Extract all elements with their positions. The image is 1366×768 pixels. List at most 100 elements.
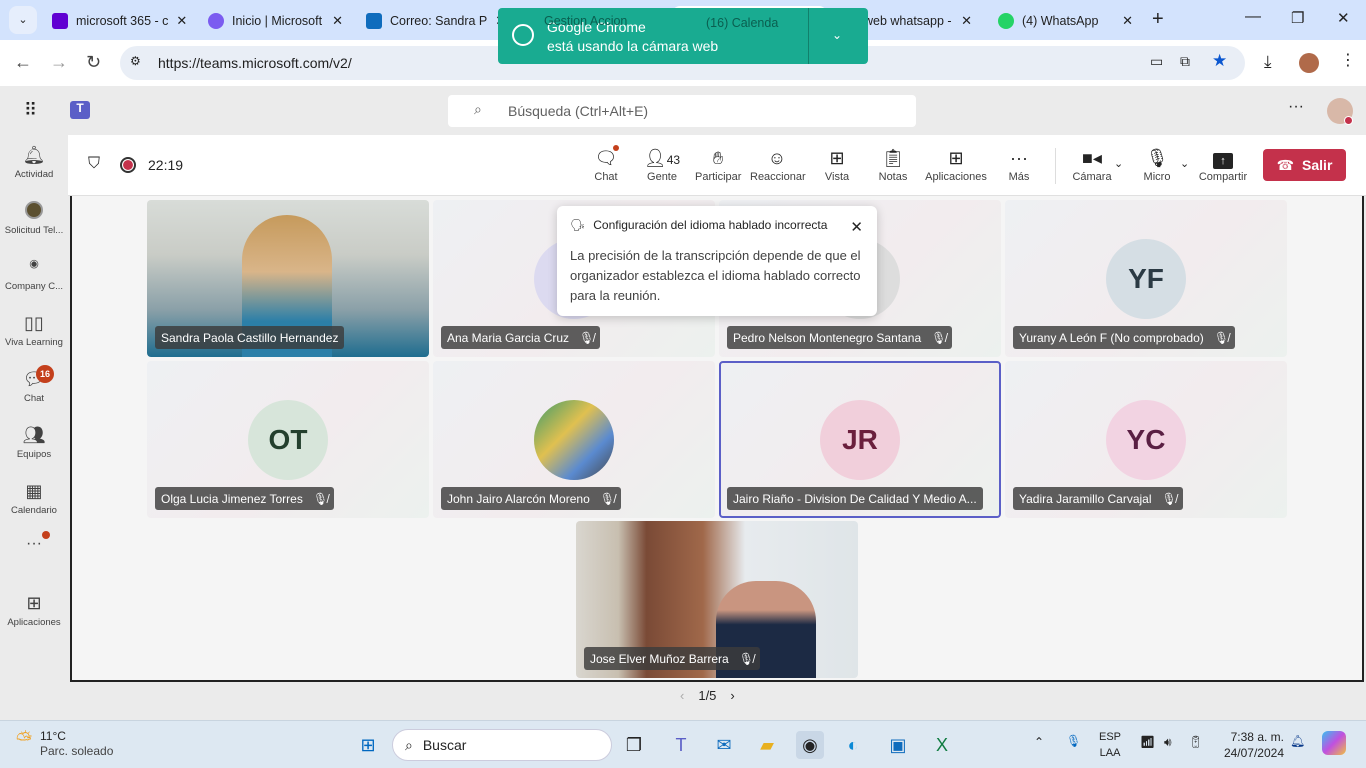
teams-taskbar-icon[interactable]: T [667,731,695,759]
previous-page-button[interactable]: ‹ [680,688,684,703]
mic-button[interactable]: 🎙︎ Micro [1142,147,1172,183]
mic-options-chevron-icon[interactable]: ⌄ [1180,157,1189,170]
outlook-taskbar-icon[interactable]: ▣ [884,731,912,759]
weather-widget[interactable]: ⛅︎ 11°C Parc. soleado [16,729,113,759]
participant-avatar: YC [1106,400,1186,480]
taskbar-search[interactable]: ⌕ Buscar [392,729,612,761]
notification-dot [42,531,50,539]
browser-tab[interactable]: Correo: Sandra P✕ [356,6,506,36]
excel-icon[interactable]: X [928,731,956,759]
task-view-icon[interactable]: ❐ [620,731,648,759]
participant-photo [534,400,614,480]
edge-icon[interactable]: ◐ [839,731,867,759]
profile-avatar[interactable] [1299,53,1319,73]
install-app-icon[interactable]: ⧉ [1180,53,1190,70]
participant-tile-active[interactable]: JR Jairo Riaño - Division De Calidad Y M… [719,361,1001,518]
rail-item-chat[interactable]: 💬︎ Chat 16 [0,365,68,404]
participant-avatar: JR [820,400,900,480]
app-launcher-icon[interactable]: ⠿ [24,100,37,121]
view-button[interactable]: ⊞ Vista [822,147,852,183]
participant-name-label: John Jairo Alarcón Moreno 🎙︎̸ [441,487,621,510]
participant-tile[interactable]: Jose Elver Muñoz Barrera 🎙︎̸ [576,521,858,678]
chat-button[interactable]: 🗨︎ Chat [591,145,621,183]
volume-icon[interactable]: 🔊︎ [1164,735,1172,750]
rail-item-solicitud[interactable]: Solicitud Tel... [0,201,68,236]
leave-button[interactable]: ☎ Salir [1263,149,1346,181]
reload-button[interactable]: ↻ [86,52,101,73]
more-options-icon[interactable]: ··· [1288,98,1304,116]
language-indicator[interactable]: ESP LAA [1099,729,1121,761]
download-icon[interactable]: ⤓ [1264,52,1272,72]
close-window-button[interactable]: ✕ [1337,9,1350,27]
app-rail: 🔔︎ Actividad Solicitud Tel... ◉ Company C.… [0,135,68,720]
next-page-button[interactable]: › [730,688,734,703]
react-button[interactable]: ☺ Reaccionar [750,147,806,183]
browser-tab[interactable]: microsoft 365 - c ✕ [42,6,197,36]
copilot-icon[interactable] [1322,731,1346,755]
mail-icon[interactable]: ✉ [710,731,738,759]
plus-box-icon: ⊞ [948,148,964,168]
new-tab-button[interactable]: + [1152,8,1164,31]
rail-item-calendario[interactable]: ▦ Calendario [0,481,68,516]
share-button[interactable]: ↑ Compartir [1198,147,1248,183]
clock[interactable]: 7:38 a. m. 24/07/2024 [1218,729,1284,761]
people-button[interactable]: 👤︎43 Gente [643,147,681,183]
chevron-down-icon[interactable]: ⌄ [832,28,842,42]
participant-tile[interactable]: Sandra Paola Castillo Hernandez [147,200,429,357]
more-button[interactable]: ··· Más [1005,147,1033,183]
close-tab-icon[interactable]: ✕ [961,13,972,29]
camera-options-chevron-icon[interactable]: ⌄ [1114,157,1123,170]
participant-tile[interactable]: John Jairo Alarcón Moreno 🎙︎̸ [433,361,715,518]
globe-icon: ◉ [29,258,39,270]
participant-avatar: OT [248,400,328,480]
apps-button[interactable]: ⊞ Aplicaciones [925,147,987,183]
teams-logo: T [70,101,90,119]
minimize-button[interactable]: — [1245,8,1261,26]
participant-tile[interactable]: OT Olga Lucia Jimenez Torres 🎙︎̸ [147,361,429,518]
chrome-icon[interactable]: ◉ [796,731,824,759]
rail-item-equipos[interactable]: 👥︎ Equipos [0,425,68,460]
notes-icon: 📋︎ [881,148,905,168]
notification-bell-icon[interactable]: 🔔︎ [1290,734,1305,748]
book-icon: ▯▯ [24,313,44,333]
rail-item-aplicaciones[interactable]: ⊞ Aplicaciones [0,593,68,628]
participant-tile[interactable]: YF Yurany A León F (No comprobado) 🎙︎̸ [1005,200,1287,357]
battery-icon[interactable]: 🔋︎ [1188,735,1203,749]
notification-message: está usando la cámara web [547,38,719,54]
wifi-icon[interactable]: 📶︎ [1140,735,1155,749]
show-hidden-icons-button[interactable]: ⌃ [1034,735,1044,749]
raise-hand-button[interactable]: ✋︎ Participar [695,147,741,183]
microphone-icon[interactable]: 🎙︎ [1066,734,1081,748]
notes-button[interactable]: 📋︎ Notas [876,147,910,183]
bookmark-star-icon[interactable]: ★ [1212,51,1227,71]
restore-button[interactable]: ❐ [1291,9,1304,27]
rail-item-company[interactable]: ◉ Company C... [0,257,68,292]
start-button[interactable]: ⊞ [354,731,382,759]
back-button[interactable]: ← [14,52,32,73]
browser-menu-icon[interactable]: ⋮ [1340,50,1356,70]
close-tab-icon[interactable]: ✕ [176,13,187,29]
ellipsis-icon: ··· [1010,148,1028,168]
browser-tab[interactable]: (4) WhatsApp ✕ [988,6,1143,36]
participant-name-label: Yurany A León F (No comprobado) 🎙︎̸ [1013,326,1236,349]
rail-item-viva-learning[interactable]: ▯▯ Viva Learning [0,313,68,348]
pagination: ‹ 1/5 › [680,688,735,703]
participant-tile[interactable]: YC Yadira Jaramillo Carvajal 🎙︎̸ [1005,361,1287,518]
windows-taskbar: ⛅︎ 11°C Parc. soleado ⊞ ⌕ Buscar ❐ T ✉ ▰ ◉… [0,720,1366,768]
rail-item-actividad[interactable]: 🔔︎ Actividad [0,145,68,180]
file-explorer-icon[interactable]: ▰ [753,731,781,759]
camera-indicator-icon[interactable]: ▭ [1150,53,1163,70]
close-icon[interactable]: ✕ [850,218,863,236]
close-tab-icon[interactable]: ✕ [332,13,343,29]
mic-muted-icon: 🎙︎̸ [931,330,947,345]
site-info-icon[interactable]: ⚙ [130,54,141,68]
close-tab-icon[interactable]: ✕ [1122,13,1133,29]
camera-button[interactable]: ■◂ Cámara [1072,147,1112,183]
search-input[interactable]: ⌕ Búsqueda (Ctrl+Alt+E) [448,95,916,127]
smiley-icon: ☺ [767,148,787,168]
browser-tab[interactable]: Inicio | Microsoft ✕ [198,6,353,36]
seal-icon [0,201,68,225]
more-apps-button[interactable]: ··· [0,531,68,553]
forward-button[interactable]: → [50,52,68,73]
tab-search-button[interactable]: ⌄ [9,6,37,34]
